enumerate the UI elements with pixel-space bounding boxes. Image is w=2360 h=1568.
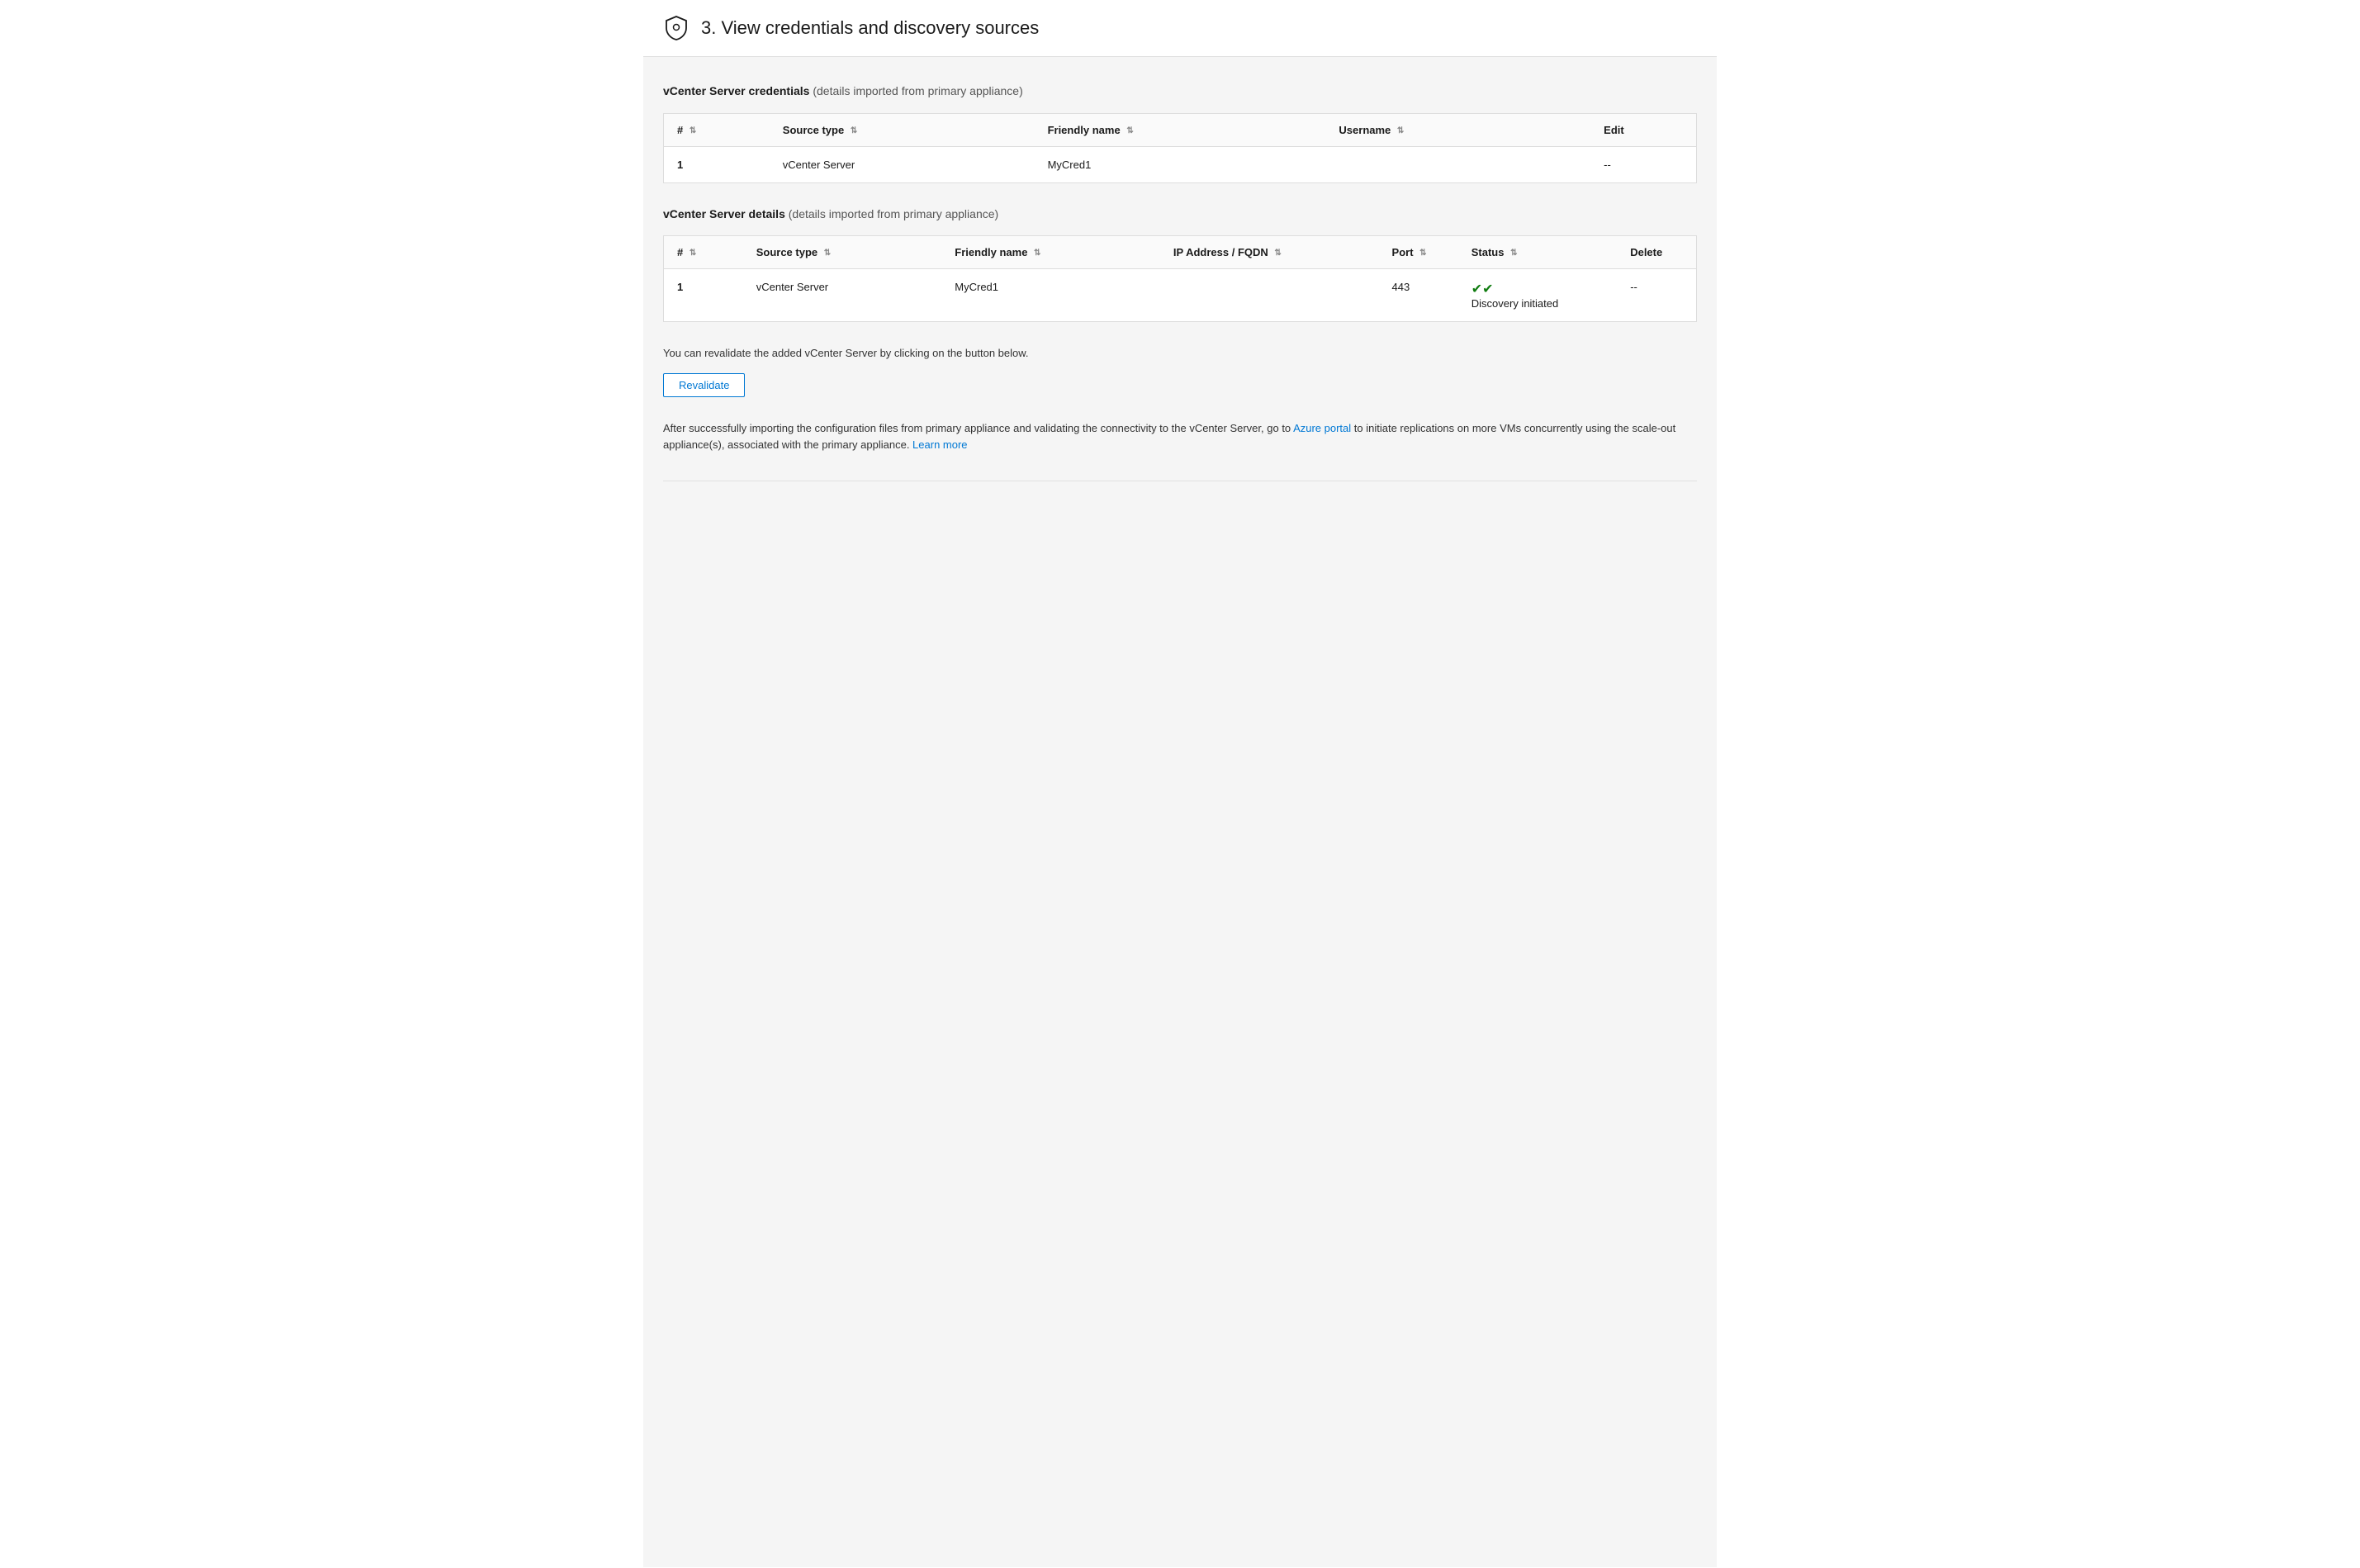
page-wrapper: 3. View credentials and discovery source… <box>643 0 1717 1567</box>
sort-icon-source-cred[interactable]: ⇅ <box>851 126 857 135</box>
details-col-friendly: Friendly name ⇅ <box>941 236 1160 269</box>
details-row-status: ✔✔ Discovery initiated <box>1458 269 1617 322</box>
credentials-table-header-row: # ⇅ Source type ⇅ Friendly name ⇅ User <box>664 113 1697 146</box>
credentials-title-sub: (details imported from primary appliance… <box>813 84 1022 97</box>
sort-icon-source-det[interactable]: ⇅ <box>824 249 831 258</box>
sort-icon-username-cred[interactable]: ⇅ <box>1397 126 1404 135</box>
credentials-row-friendly: MyCred1 <box>1035 146 1326 182</box>
credentials-row-username <box>1325 146 1590 182</box>
credentials-section-title: vCenter Server credentials (details impo… <box>663 83 1697 100</box>
details-row-friendly: MyCred1 <box>941 269 1160 322</box>
credentials-col-edit: Edit <box>1590 113 1696 146</box>
sort-icon-port-det[interactable]: ⇅ <box>1419 249 1426 258</box>
credentials-row-edit: -- <box>1590 146 1696 182</box>
credentials-col-num: # ⇅ <box>664 113 770 146</box>
details-col-port: Port ⇅ <box>1379 236 1458 269</box>
details-title-bold: vCenter Server details <box>663 207 785 220</box>
learn-more-link[interactable]: Learn more <box>912 438 967 451</box>
sort-icon-friendly-det[interactable]: ⇅ <box>1034 249 1040 258</box>
details-row-ip <box>1160 269 1379 322</box>
credentials-col-username: Username ⇅ <box>1325 113 1590 146</box>
azure-portal-link[interactable]: Azure portal <box>1293 422 1351 434</box>
credentials-section: vCenter Server credentials (details impo… <box>663 83 1697 183</box>
details-row-delete: -- <box>1617 269 1696 322</box>
sort-icon-friendly-cred[interactable]: ⇅ <box>1126 126 1133 135</box>
sort-icon-status-det[interactable]: ⇅ <box>1510 249 1517 258</box>
footer-note: After successfully importing the configu… <box>663 420 1697 455</box>
details-section-title: vCenter Server details (details imported… <box>663 206 1697 223</box>
shield-icon <box>663 15 690 41</box>
sort-icon-num-det[interactable]: ⇅ <box>690 249 696 258</box>
sort-icon-ip-det[interactable]: ⇅ <box>1274 249 1281 258</box>
credentials-row-num: 1 <box>664 146 770 182</box>
details-table: # ⇅ Source type ⇅ Friendly name ⇅ IP A <box>663 235 1697 322</box>
details-table-row: 1 vCenter Server MyCred1 443 ✔✔ Discover… <box>664 269 1697 322</box>
credentials-title-bold: vCenter Server credentials <box>663 84 809 97</box>
credentials-table-row: 1 vCenter Server MyCred1 -- <box>664 146 1697 182</box>
details-title-sub: (details imported from primary appliance… <box>789 207 998 220</box>
credentials-col-source: Source type ⇅ <box>770 113 1035 146</box>
details-section: vCenter Server details (details imported… <box>663 206 1697 323</box>
sort-icon-num-cred[interactable]: ⇅ <box>690 126 696 135</box>
details-row-source: vCenter Server <box>743 269 942 322</box>
content-area: vCenter Server credentials (details impo… <box>643 57 1717 1567</box>
details-row-port: 443 <box>1379 269 1458 322</box>
details-row-num: 1 <box>664 269 743 322</box>
header-bar: 3. View credentials and discovery source… <box>643 0 1717 57</box>
details-col-ip: IP Address / FQDN ⇅ <box>1160 236 1379 269</box>
credentials-row-source: vCenter Server <box>770 146 1035 182</box>
details-col-num: # ⇅ <box>664 236 743 269</box>
status-check-icon: ✔✔ <box>1471 281 1604 297</box>
details-col-delete: Delete <box>1617 236 1696 269</box>
footer-text-before-link1: After successfully importing the configu… <box>663 422 1293 434</box>
details-col-status: Status ⇅ <box>1458 236 1617 269</box>
status-text: Discovery initiated <box>1471 297 1559 310</box>
revalidate-note: You can revalidate the added vCenter Ser… <box>663 345 1697 362</box>
revalidate-section: You can revalidate the added vCenter Ser… <box>663 345 1697 397</box>
details-table-header-row: # ⇅ Source type ⇅ Friendly name ⇅ IP A <box>664 236 1697 269</box>
revalidate-button[interactable]: Revalidate <box>663 373 745 397</box>
page-title: 3. View credentials and discovery source… <box>701 17 1039 39</box>
credentials-col-friendly: Friendly name ⇅ <box>1035 113 1326 146</box>
details-col-source: Source type ⇅ <box>743 236 942 269</box>
credentials-table: # ⇅ Source type ⇅ Friendly name ⇅ User <box>663 113 1697 183</box>
